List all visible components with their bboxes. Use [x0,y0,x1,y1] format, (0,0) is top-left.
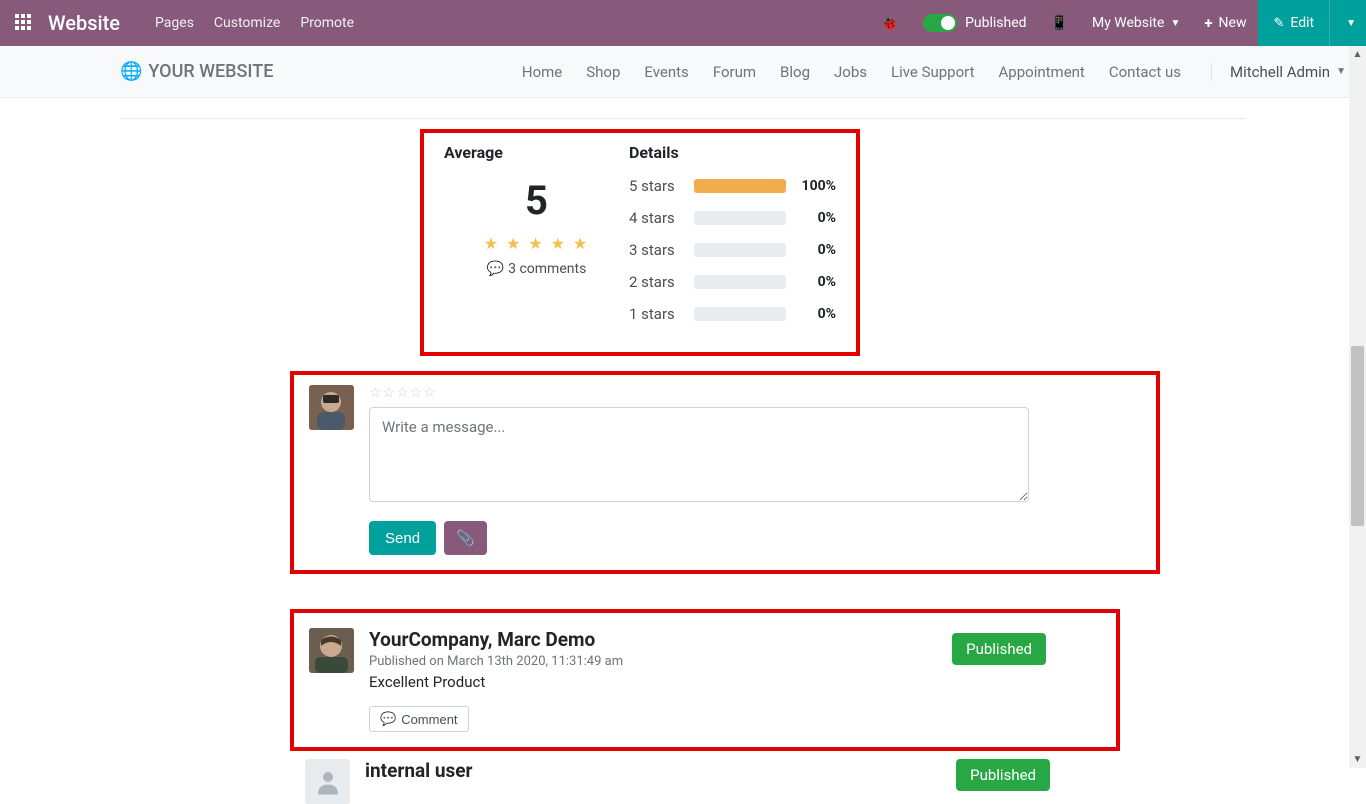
rating-breakdown-row[interactable]: 1 stars 0% [629,305,836,323]
comment-icon: 💬 [380,711,396,727]
comments-icon: 💬 [487,261,504,277]
nav-blog[interactable]: Blog [780,63,810,81]
compose-box: ☆☆☆☆☆ Send 📎 [290,371,1160,574]
breakdown-percent: 0% [796,210,836,226]
breakdown-label: 5 stars [629,177,684,195]
breakdown-bar [694,275,786,289]
comments-count-link[interactable]: 💬3 comments [444,261,629,277]
breakdown-label: 4 stars [629,209,684,227]
nav-shop[interactable]: Shop [586,63,620,81]
mobile-preview-icon[interactable]: 📱 [1039,0,1080,46]
divider [120,118,1246,119]
user-avatar [309,385,354,430]
rating-breakdown-row[interactable]: 4 stars 0% [629,209,836,227]
attach-button[interactable]: 📎 [444,521,487,555]
breakdown-bar [694,307,786,321]
nav-events[interactable]: Events [644,63,688,81]
scroll-up-icon[interactable]: ▲ [1349,46,1366,63]
average-label: Average [444,143,629,162]
nav-live-support[interactable]: Live Support [891,63,975,81]
details-label: Details [629,143,836,162]
menu-customize[interactable]: Customize [214,15,280,31]
breakdown-percent: 0% [796,274,836,290]
rating-input[interactable]: ☆☆☆☆☆ [369,385,1141,401]
breakdown-percent: 0% [796,242,836,258]
chevron-down-icon: ▼ [1336,66,1346,77]
edit-dropdown[interactable]: ▼ [1329,0,1366,46]
nav-jobs[interactable]: Jobs [834,63,867,81]
nav-contact-us[interactable]: Contact us [1109,63,1181,81]
user-dropdown[interactable]: Mitchell Admin▼ [1211,63,1346,81]
nav-home[interactable]: Home [522,63,562,81]
published-badge[interactable]: Published [952,633,1046,665]
scroll-down-icon[interactable]: ▼ [1349,751,1366,768]
rating-breakdown-row[interactable]: 5 stars 100% [629,177,836,195]
comment-author: internal user [365,759,473,782]
top-bar: Website Pages Customize Promote 🐞 Publis… [0,0,1366,46]
my-website-dropdown[interactable]: My Website▼ [1080,0,1192,46]
edit-button[interactable]: ✎Edit [1258,0,1329,46]
scroll-thumb[interactable] [1351,346,1364,526]
toggle-switch[interactable] [923,14,957,32]
new-button[interactable]: +New [1192,0,1258,46]
menu-promote[interactable]: Promote [300,15,354,31]
published-badge[interactable]: Published [956,759,1050,791]
pencil-icon: ✎ [1273,16,1284,31]
publish-toggle[interactable]: Published [911,0,1038,46]
commenter-avatar [309,628,354,673]
comment-text: Excellent Product [369,673,1101,691]
message-textarea[interactable] [369,407,1029,502]
nav-appointment[interactable]: Appointment [999,63,1085,81]
breakdown-bar [694,179,786,193]
breakdown-label: 1 stars [629,305,684,323]
rating-breakdown-row[interactable]: 2 stars 0% [629,273,836,291]
site-logo[interactable]: 🌐 YOUR WEBSITE [120,61,273,82]
published-label: Published [965,15,1026,31]
edit-group: ✎Edit ▼ [1258,0,1366,46]
scrollbar[interactable]: ▲ ▼ [1349,46,1366,768]
breakdown-bar [694,243,786,257]
breakdown-label: 2 stars [629,273,684,291]
rating-summary-box: Average 5 ★ ★ ★ ★ ★ 💬3 comments Details … [420,129,860,356]
comment-item: Published internal user [290,759,1120,804]
send-button[interactable]: Send [369,521,436,555]
breakdown-percent: 0% [796,306,836,322]
commenter-avatar [305,759,350,804]
paperclip-icon: 📎 [456,530,475,547]
breakdown-bar [694,211,786,225]
content: Average 5 ★ ★ ★ ★ ★ 💬3 comments Details … [0,98,1366,804]
average-stars: ★ ★ ★ ★ ★ [444,234,629,253]
reply-button[interactable]: 💬Comment [369,706,469,732]
menu-pages[interactable]: Pages [155,15,194,31]
average-value: 5 [444,177,629,224]
chevron-down-icon: ▼ [1170,18,1180,29]
bug-icon[interactable]: 🐞 [868,0,911,46]
apps-icon[interactable] [15,14,33,32]
rating-breakdown-row[interactable]: 3 stars 0% [629,241,836,259]
site-nav: 🌐 YOUR WEBSITE Home Shop Events Forum Bl… [0,46,1366,98]
globe-icon: 🌐 [120,61,142,82]
app-brand[interactable]: Website [48,11,120,35]
breakdown-percent: 100% [796,178,836,194]
nav-forum[interactable]: Forum [713,63,756,81]
chevron-down-icon: ▼ [1346,18,1356,29]
plus-icon: + [1204,14,1212,32]
breakdown-label: 3 stars [629,241,684,259]
comment-item: Published YourCompany, Marc Demo Publish… [290,609,1120,751]
